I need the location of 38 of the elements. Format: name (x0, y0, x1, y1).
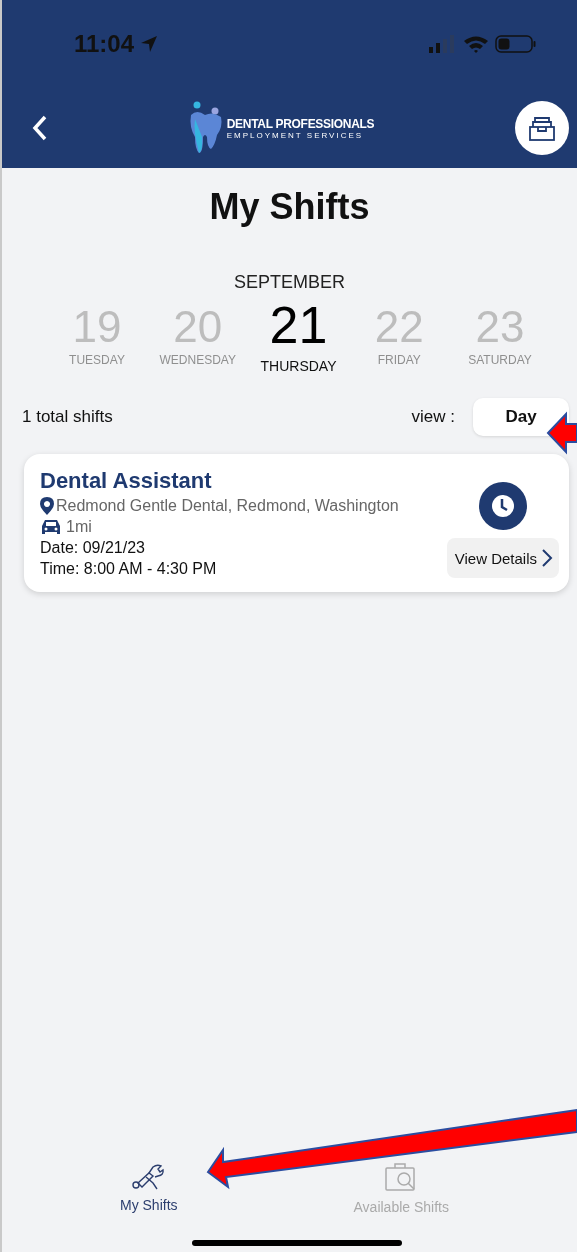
day-number[interactable]: 19 (72, 303, 122, 352)
shift-time: Time: 8:00 AM - 4:30 PM (40, 560, 218, 579)
shift-date: Date: 09/21/23 (40, 539, 146, 558)
tab-bar-item[interactable]: Available Shifts (347, 1160, 455, 1216)
day-number[interactable]: 22 (374, 303, 424, 352)
month-label: SEPTEMBER (233, 272, 346, 293)
weekday-label: WEDNESDAY (159, 353, 236, 368)
tab-bar-item[interactable]: My Shifts (114, 1160, 184, 1216)
view-details-button[interactable]: View Details (446, 538, 559, 579)
location-arrow-icon (140, 35, 159, 53)
status-time: 11:04 (74, 30, 135, 58)
day-number[interactable]: 21 (269, 297, 328, 355)
chevron-right-icon (541, 548, 553, 569)
logo-title: DENTAL PROFESSIONALS (226, 116, 375, 131)
map-pin-icon (40, 497, 54, 516)
logo-subtitle: EMPLOYMENT SERVICES (226, 130, 365, 140)
tooth-logo-icon (188, 101, 223, 155)
back-button[interactable] (32, 114, 48, 142)
clock-icon (478, 482, 527, 531)
wifi-icon (463, 35, 489, 53)
battery-icon (495, 34, 537, 54)
day-number[interactable]: 20 (173, 303, 223, 352)
shift-location: Redmond Gentle Dental, Redmond, Washington (56, 497, 399, 516)
shift-title: Dental Assistant (40, 468, 213, 495)
view-selector[interactable]: Day (473, 398, 569, 437)
annotation-arrow (545, 410, 577, 456)
day-number[interactable]: 23 (475, 303, 525, 352)
total-shifts: 1 total shifts (22, 407, 113, 428)
inbox-button[interactable] (515, 101, 569, 155)
signal-icon (429, 35, 457, 53)
car-icon (40, 518, 62, 537)
weekday-label: FRIDAY (377, 353, 421, 368)
shift-distance: 1mi (66, 518, 92, 537)
page-title: My Shifts (208, 186, 371, 228)
weekday-label: TUESDAY (69, 353, 125, 368)
weekday-label: SATURDAY (468, 353, 532, 368)
weekday-label: THURSDAY (260, 358, 337, 375)
view-label: view : (411, 407, 455, 428)
